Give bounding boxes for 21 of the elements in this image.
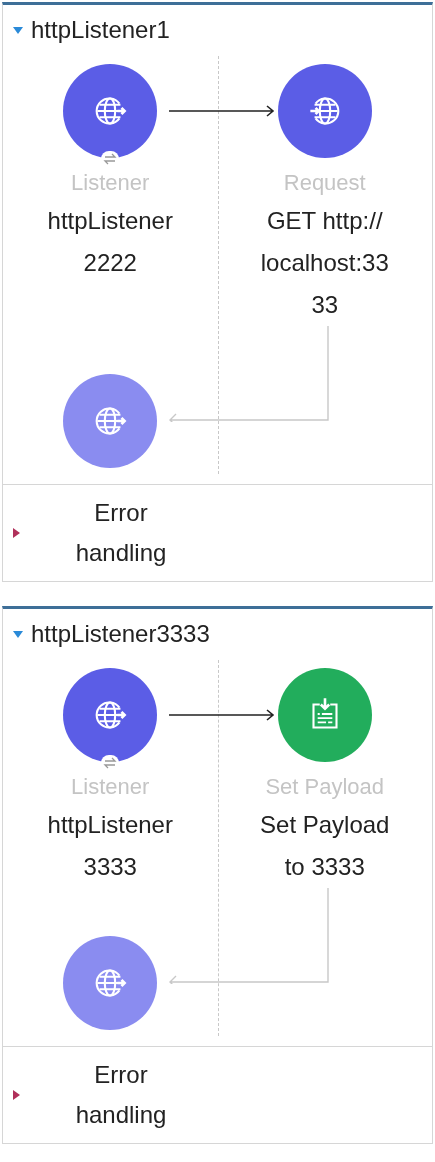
expand-icon[interactable] [11,1090,21,1100]
node-title: 3333 [82,852,138,882]
node-title: Set Payload [260,810,390,840]
collapse-icon[interactable] [13,629,23,639]
node-type-label: Request [283,169,366,197]
node-title: httpListener [47,206,173,236]
node-type-label: Listener [71,773,150,801]
expand-icon[interactable] [11,528,21,538]
node-title: 33 [310,290,340,320]
flow-title: httpListener1 [31,15,170,45]
node-type-label: Listener [71,169,150,197]
node-title: to 3333 [283,852,366,882]
error-handling-label: Error handling [74,1060,168,1130]
collapse-icon[interactable] [13,25,23,35]
flow-title: httpListener3333 [31,619,210,649]
node-title: localhost:33 [260,248,389,278]
node-title: GET http:// [265,206,384,236]
node-type-label: Set Payload [265,773,385,801]
error-handling-label: Error handling [74,498,168,568]
node-title: 2222 [82,248,138,278]
node-title: httpListener [47,810,173,840]
